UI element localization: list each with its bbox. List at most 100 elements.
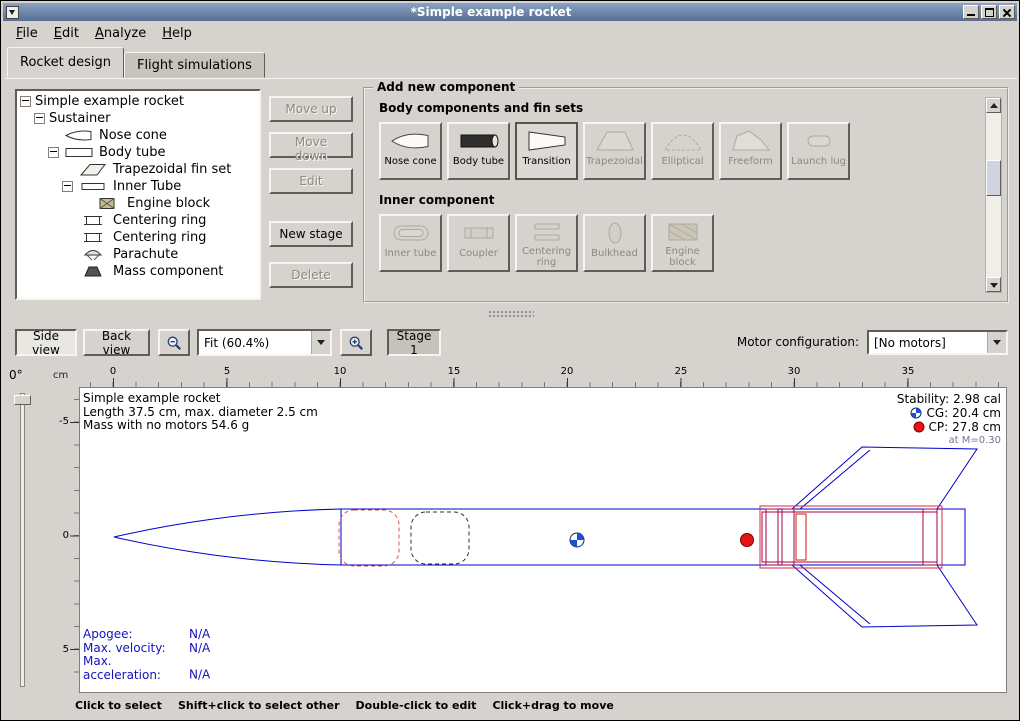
rocket-drawing[interactable] xyxy=(80,388,1006,692)
rocket-canvas[interactable]: Simple example rocket Length 37.5 cm, ma… xyxy=(79,387,1007,693)
stability-value: 2.98 cal xyxy=(953,392,1001,406)
centering-ring-outline[interactable] xyxy=(766,509,778,565)
parachute-outline[interactable] xyxy=(339,510,399,566)
move-down-button[interactable]: Move down xyxy=(269,132,353,158)
freeform-fin-icon xyxy=(729,127,773,155)
add-trapezoidal-fin-button[interactable]: Trapezoidal xyxy=(583,122,646,180)
menu-help[interactable]: Help xyxy=(154,23,200,44)
tab-pane-border xyxy=(5,78,1017,79)
collapse-icon[interactable] xyxy=(20,96,31,107)
menu-edit[interactable]: Edit xyxy=(46,23,87,44)
delete-button[interactable]: Delete xyxy=(269,262,353,288)
new-stage-button[interactable]: New stage xyxy=(269,221,353,247)
add-engine-block-button[interactable]: Engine block xyxy=(651,214,714,272)
zoom-out-button[interactable] xyxy=(158,329,190,356)
menu-analyze[interactable]: Analyze xyxy=(87,23,154,44)
add-transition-button[interactable]: Transition xyxy=(515,122,578,180)
add-inner-tube-button[interactable]: Inner tube xyxy=(379,214,442,272)
tabstrip: Rocket design Flight simulations xyxy=(7,47,265,78)
add-elliptical-fin-button[interactable]: Elliptical xyxy=(651,122,714,180)
cp-value: 27.8 cm xyxy=(952,420,1001,434)
scroll-down-icon[interactable] xyxy=(986,277,1001,292)
zoom-in-button[interactable] xyxy=(340,329,372,356)
stage-1-toggle[interactable]: Stage 1 xyxy=(387,329,441,356)
tab-rocket-design[interactable]: Rocket design xyxy=(7,47,124,78)
trapezoidal-fin-icon xyxy=(593,127,637,155)
fin-top-outline[interactable] xyxy=(792,447,977,509)
collapse-icon[interactable] xyxy=(62,181,73,192)
edit-button[interactable]: Edit xyxy=(269,168,353,194)
side-view-button[interactable]: Side view xyxy=(15,329,77,356)
tree-item-fin-set[interactable]: Trapezoidal fin set xyxy=(17,161,259,178)
tree-item-mass-component[interactable]: Mass component xyxy=(17,263,259,280)
nose-cone-icon xyxy=(63,128,95,143)
cp-icon xyxy=(913,421,925,433)
bulkhead-icon xyxy=(593,219,637,247)
collapse-icon[interactable] xyxy=(48,147,59,158)
add-nose-cone-button[interactable]: Nose cone xyxy=(379,122,442,180)
rocket-info: Simple example rocket Length 37.5 cm, ma… xyxy=(83,392,318,433)
engine-block-outline[interactable] xyxy=(796,514,806,560)
add-coupler-button[interactable]: Coupler xyxy=(447,214,510,272)
tree-item-engine-block[interactable]: Engine block xyxy=(17,195,259,212)
move-up-button[interactable]: Move up xyxy=(269,96,353,122)
fin-bottom-outline[interactable] xyxy=(792,565,977,627)
menu-file[interactable]: File xyxy=(8,23,46,44)
flight-data-block: Apogee:N/A Max. velocity:N/A Max. accele… xyxy=(83,628,210,682)
coupler-icon xyxy=(457,219,501,247)
inner-tube-icon xyxy=(389,219,433,247)
collapse-icon[interactable] xyxy=(34,113,45,124)
tab-flight-simulations[interactable]: Flight simulations xyxy=(124,52,265,78)
mass-component-icon xyxy=(77,264,109,279)
fin-edge-line xyxy=(800,565,870,624)
rocket-name: Simple example rocket xyxy=(83,392,318,406)
tree-item-body-tube[interactable]: Body tube xyxy=(17,144,259,161)
tree-item-rocket[interactable]: Simple example rocket xyxy=(17,93,259,110)
motor-mount-outline[interactable] xyxy=(760,506,942,568)
rotation-slider-thumb[interactable] xyxy=(14,395,31,405)
scrollbar-thumb[interactable] xyxy=(986,160,1001,196)
add-launch-lug-button[interactable]: Launch lug xyxy=(787,122,850,180)
zoom-select[interactable]: Fit (60.4%) xyxy=(197,329,332,356)
tree-item-centering-ring-2[interactable]: Centering ring xyxy=(17,229,259,246)
close-icon[interactable] xyxy=(999,5,1015,19)
magnifier-plus-icon xyxy=(348,334,364,352)
splitter-handle[interactable] xyxy=(5,308,1017,319)
tree-item-parachute[interactable]: Parachute xyxy=(17,246,259,263)
hint-double-click: Double-click to edit xyxy=(356,699,477,712)
minimize-icon[interactable] xyxy=(963,5,979,19)
trapezoidal-fin-icon xyxy=(77,162,109,177)
aft-ring-outline[interactable] xyxy=(923,509,937,565)
mass-component-outline[interactable] xyxy=(411,512,469,564)
tree-item-sustainer[interactable]: Sustainer xyxy=(17,110,259,127)
scroll-up-icon[interactable] xyxy=(986,98,1001,113)
tree-item-inner-tube[interactable]: Inner Tube xyxy=(17,178,259,195)
body-tube-outline[interactable] xyxy=(341,509,965,565)
tree-item-nose-cone[interactable]: Nose cone xyxy=(17,127,259,144)
inner-section-label: Inner component xyxy=(379,193,973,207)
centering-ring-icon xyxy=(525,219,569,245)
engine-block-icon xyxy=(91,196,123,211)
component-scrollbar[interactable] xyxy=(985,97,1002,293)
inner-tube-outline[interactable] xyxy=(762,512,937,562)
rotation-slider[interactable] xyxy=(20,393,25,687)
centering-ring-outline[interactable] xyxy=(782,509,794,565)
add-bulkhead-button[interactable]: Bulkhead xyxy=(583,214,646,272)
hint-click-select: Click to select xyxy=(75,699,162,712)
nose-cone-outline[interactable] xyxy=(114,509,341,565)
window-menu-icon[interactable] xyxy=(6,6,19,19)
motor-config-select[interactable]: [No motors] xyxy=(867,330,1008,355)
chevron-down-icon[interactable] xyxy=(311,331,330,354)
add-body-tube-button[interactable]: Body tube xyxy=(447,122,510,180)
tree-item-centering-ring-1[interactable]: Centering ring xyxy=(17,212,259,229)
add-centering-ring-button[interactable]: Centering ring xyxy=(515,214,578,272)
add-freeform-fin-button[interactable]: Freeform xyxy=(719,122,782,180)
cg-marker xyxy=(570,533,584,547)
maximize-icon[interactable] xyxy=(981,5,997,19)
motor-config-label: Motor configuration: xyxy=(737,335,859,349)
chevron-down-icon[interactable] xyxy=(987,332,1006,353)
stability-label: Stability: xyxy=(897,392,949,406)
back-view-button[interactable]: Back view xyxy=(83,329,150,356)
body-section-label: Body components and fin sets xyxy=(379,101,973,115)
cg-value: 20.4 cm xyxy=(952,406,1001,420)
